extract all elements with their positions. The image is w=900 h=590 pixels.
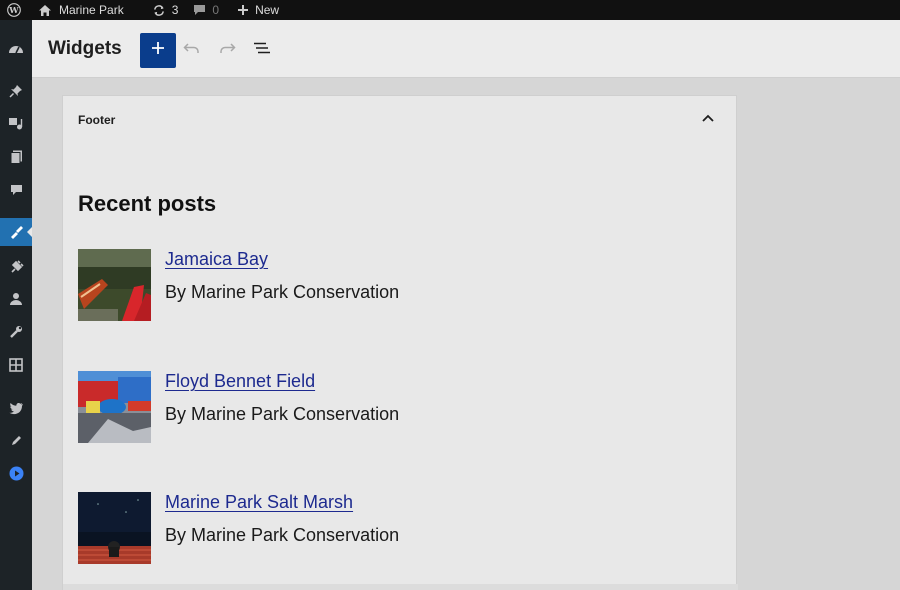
site-name-link[interactable]: Marine Park [38,0,124,20]
block-inserter-button[interactable] [140,33,176,68]
blocks-icon[interactable] [0,351,32,379]
redo-icon [218,41,236,59]
post-author: By Marine Park Conservation [165,404,400,424]
svg-text:W: W [8,5,19,15]
post-thumbnail-image[interactable] [78,249,151,321]
redo-button[interactable] [215,39,239,61]
list-item: Floyd Bennet Field By Marine Park Conser… [78,371,698,443]
users-icon[interactable] [0,285,32,313]
new-label: New [255,3,280,17]
post-title-link[interactable]: Floyd Bennet Field [165,371,315,392]
comment-bubble-icon [193,4,206,16]
comments-count: 0 [212,3,220,17]
list-view-icon [253,41,271,59]
post-thumbnail-image[interactable] [78,492,151,564]
appearance-icon[interactable] [0,218,32,246]
admin-bar: W Marine Park 3 0 New [0,0,900,20]
play-circle-icon[interactable] [0,459,32,487]
comments-icon[interactable] [0,176,32,204]
post-author: By Marine Park Conservation [165,525,400,545]
recent-posts-heading: Recent posts [78,191,217,216]
media-icon[interactable] [0,110,32,138]
panel-bottom-edge [63,584,738,590]
list-view-button[interactable] [250,39,274,61]
dashboard-icon[interactable] [0,34,32,62]
plus-icon [237,4,249,16]
home-icon [38,4,52,17]
pages-icon[interactable] [0,143,32,171]
undo-button[interactable] [180,39,204,61]
site-name: Marine Park [59,3,124,17]
post-title-link[interactable]: Marine Park Salt Marsh [165,492,353,513]
updates-link[interactable]: 3 [152,0,179,20]
wordpress-logo-icon[interactable]: W [0,0,28,20]
editor-header: Widgets [32,20,900,78]
list-item: Jamaica Bay By Marine Park Conservation [78,249,698,321]
chevron-up-icon [702,109,714,127]
editor-canvas: Footer Recent posts Jamaica Bay By Marin… [32,79,900,590]
updates-count: 3 [171,3,179,17]
plus-icon [151,41,165,60]
widget-area-title: Footer [78,113,116,127]
plugins-icon[interactable] [0,252,32,280]
undo-icon [183,41,201,59]
comments-link[interactable]: 0 [193,0,219,20]
admin-sidebar-menu [0,20,32,590]
widget-area-footer: Footer Recent posts Jamaica Bay By Marin… [62,95,738,590]
tools-icon[interactable] [0,318,32,346]
page-title: Widgets [48,38,122,59]
post-title-link[interactable]: Jamaica Bay [165,249,268,270]
post-thumbnail-image[interactable] [78,371,151,443]
pin-icon[interactable] [0,77,32,105]
collapse-toggle-button[interactable] [700,111,716,125]
refresh-icon [152,4,166,17]
post-author: By Marine Park Conservation [165,282,400,302]
list-item: Marine Park Salt Marsh By Marine Park Co… [78,492,698,564]
twitter-icon[interactable] [0,394,32,422]
new-content-link[interactable]: New [237,0,279,20]
pencil-icon[interactable] [0,426,32,454]
